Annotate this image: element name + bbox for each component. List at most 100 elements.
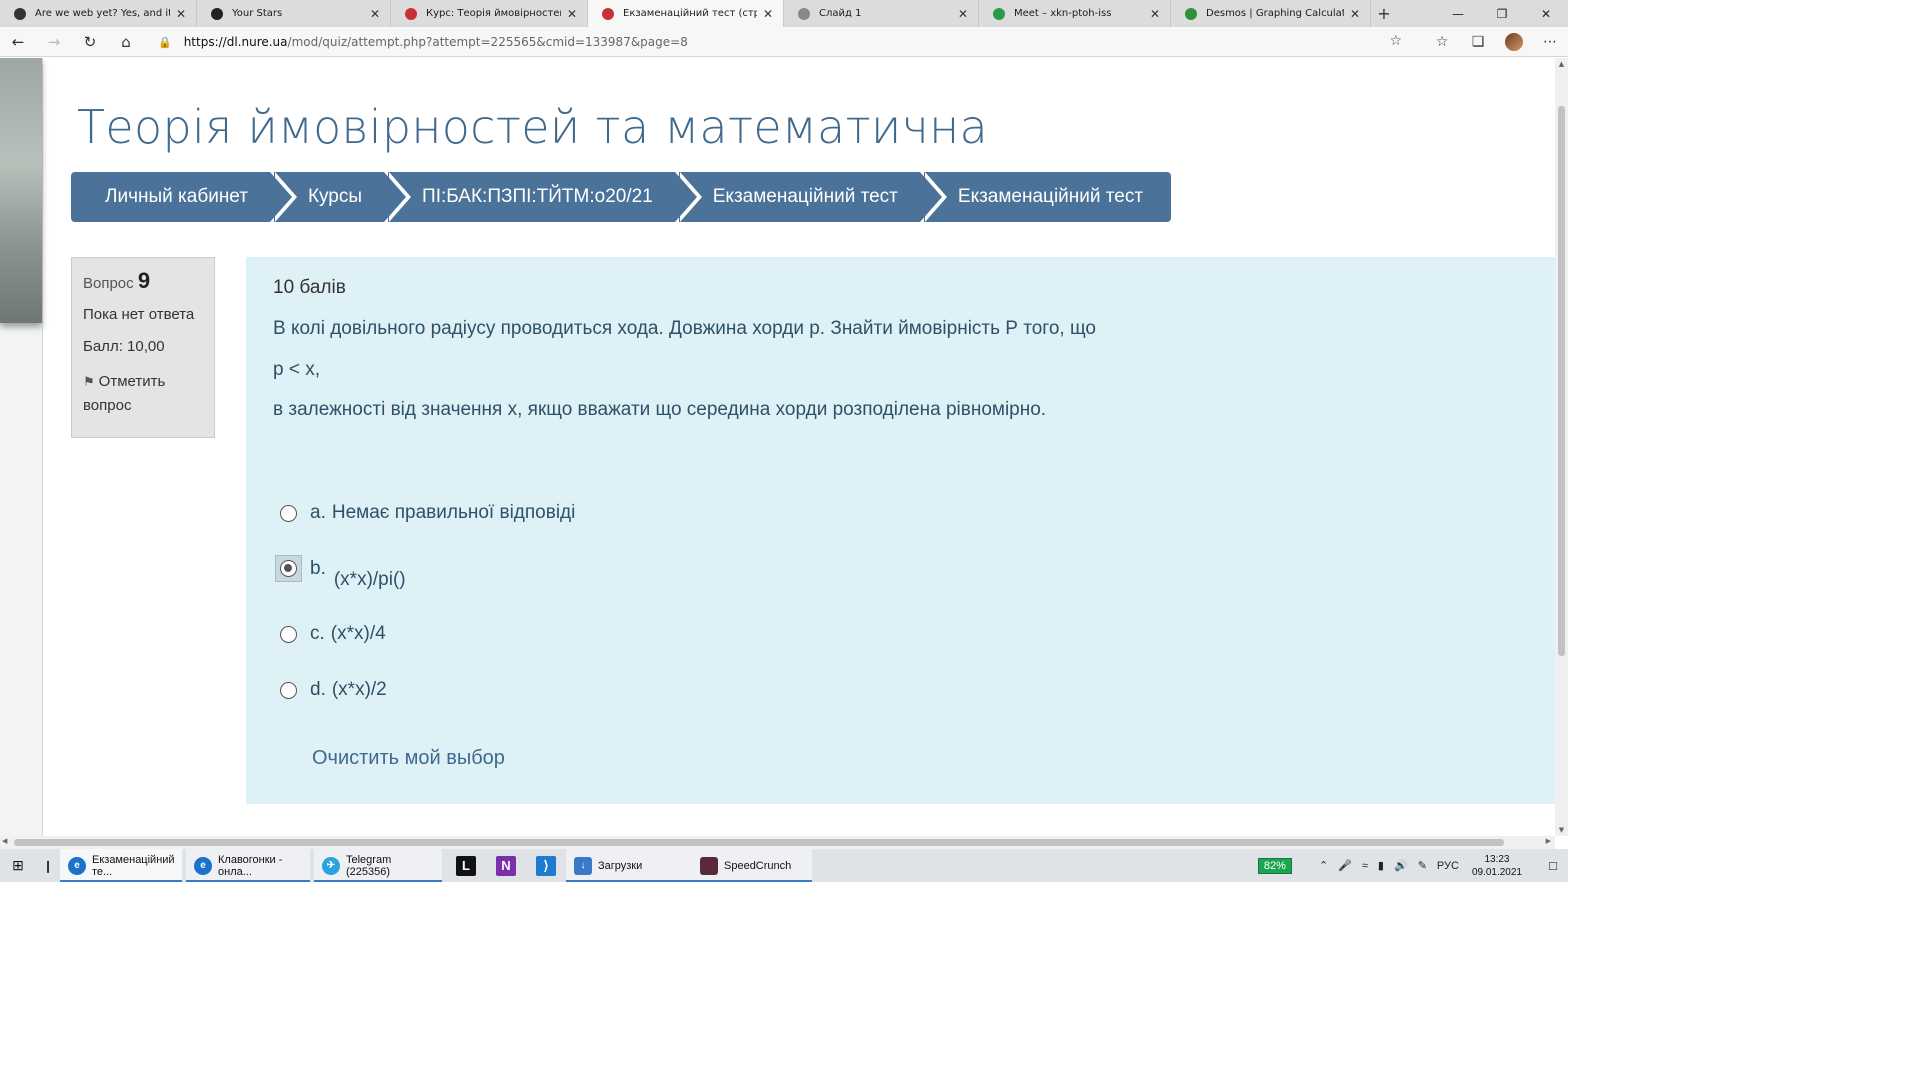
tab-favicon-icon [602, 7, 614, 20]
flag-question-link[interactable]: ⚑ Отметить вопрос [83, 370, 203, 418]
collections-icon[interactable]: ❏ [1460, 34, 1496, 50]
radio-button[interactable] [280, 681, 297, 699]
tab-close-icon[interactable]: ✕ [368, 7, 382, 21]
toolbar-right: ☆ ❏ ⋯ [1424, 27, 1568, 57]
address-bar[interactable]: 🔒 https://dl.nure.ua/mod/quiz/attempt.ph… [158, 31, 1412, 53]
breadcrumb-item[interactable]: Екзаменаційний тест [923, 172, 1172, 222]
tab-title: Екзаменаційний тест (страница [623, 8, 757, 19]
tab-close-icon[interactable]: ✕ [565, 7, 579, 21]
tab-close-icon[interactable]: ✕ [1148, 7, 1162, 21]
taskbar-app-glyph: L [456, 855, 476, 876]
onenote-icon[interactable]: N [486, 849, 526, 882]
tab-close-icon[interactable]: ✕ [956, 7, 970, 21]
tab-close-icon[interactable]: ✕ [1348, 7, 1362, 21]
answer-option[interactable]: c. (x*x)/4 [280, 623, 386, 645]
breadcrumb-item[interactable]: Личный кабинет [71, 172, 297, 222]
forward-button[interactable]: → [36, 27, 72, 57]
browser-tab[interactable]: Your Stars ✕ [197, 0, 391, 27]
window-controls: — ❐ ✕ [1436, 0, 1568, 27]
breadcrumb-item[interactable]: ПІ:БАК:ПЗПІ:ТЙТМ:о20/21 [388, 172, 702, 222]
answer-option[interactable]: d. (x*x)/2 [280, 679, 387, 701]
pen-icon[interactable]: ✎ [1418, 859, 1427, 872]
scroll-up-icon[interactable]: ▲ [1555, 60, 1568, 68]
tab-title: Слайд 1 [819, 8, 862, 19]
browser-tab[interactable]: Meet – xkn-ptoh-iss ✕ [979, 0, 1171, 27]
vertical-scroll-thumb[interactable] [1558, 106, 1565, 656]
page-viewport: Теорія ймовірностей та математична Личны… [0, 58, 1568, 836]
horizontal-scroll-thumb[interactable] [14, 839, 1504, 846]
wifi-icon[interactable]: ≈ [1362, 860, 1368, 872]
browser-tab[interactable]: Desmos | Graphing Calculator ✕ [1171, 0, 1371, 27]
question-number: Вопрос 9 [83, 268, 151, 293]
language-indicator[interactable]: РУС [1437, 860, 1459, 872]
browser-tab[interactable]: Are we web yet? Yes, and it's free ✕ [0, 0, 197, 27]
tab-close-icon[interactable]: ✕ [761, 7, 775, 21]
browser-tab[interactable]: Слайд 1 ✕ [784, 0, 979, 27]
browser-tab[interactable]: Екзаменаційний тест (страница ✕ [588, 0, 784, 27]
battery-icon[interactable]: ▮ [1378, 859, 1384, 872]
answer-option[interactable]: b. (x*x)/pi() [275, 555, 406, 590]
vertical-scrollbar[interactable]: ▲ ▼ [1555, 58, 1568, 836]
refresh-button[interactable]: ↻ [72, 27, 108, 57]
question-panel: 10 балів В колі довільного радіусу прово… [246, 257, 1556, 804]
scroll-down-icon[interactable]: ▼ [1555, 826, 1568, 834]
more-menu-icon[interactable]: ⋯ [1532, 34, 1568, 50]
tab-favicon-icon [405, 7, 417, 20]
profile-avatar[interactable] [1505, 33, 1523, 51]
taskbar-speedcrunch[interactable]: SpeedCrunch [692, 849, 812, 882]
question-grade: Балл: 10,00 [83, 338, 165, 355]
volume-icon[interactable]: 🔊 [1394, 859, 1408, 872]
clear-choice-link[interactable]: Очистить мой выбор [312, 747, 505, 770]
windows-start-icon[interactable]: ⊞ [0, 849, 36, 882]
option-letter: c. [310, 623, 325, 644]
option-letter: d. [310, 679, 326, 700]
scroll-right-icon[interactable]: ▶ [1546, 837, 1551, 845]
breadcrumb: Личный кабинет Курсы ПІ:БАК:ПЗПІ:ТЙТМ:о20/… [71, 172, 1175, 222]
taskbar-window[interactable]: e Екзаменаційний те... [60, 849, 182, 882]
horizontal-scrollbar[interactable]: ◀ ▶ [0, 836, 1555, 849]
answer-option[interactable]: a. Немає правильної відповіді [280, 502, 575, 524]
favorites-icon[interactable]: ☆ [1424, 34, 1460, 50]
question-points: 10 балів [273, 277, 346, 298]
taskbar-downloads[interactable]: ↓ Загрузки [566, 849, 692, 882]
radio-button[interactable] [280, 625, 297, 643]
taskbar-window[interactable]: e Клавогонки - онла... [186, 849, 310, 882]
microphone-icon[interactable]: 🎤 [1338, 859, 1352, 872]
scroll-left-icon[interactable]: ◀ [2, 837, 7, 845]
restore-button[interactable]: ❐ [1480, 0, 1524, 27]
option-text: (x*x)/2 [331, 679, 387, 700]
app-icon: ✈ [322, 856, 340, 875]
course-title: Теорія ймовірностей та математична [77, 100, 988, 154]
browser-tab-strip: Are we web yet? Yes, and it's free✕Your … [0, 0, 1568, 27]
tab-title: Are we web yet? Yes, and it's free [35, 8, 170, 19]
taskbar-app-glyph: N [496, 855, 516, 876]
clock[interactable]: 13:23 09.01.2021 [1472, 853, 1522, 879]
taskbar-app-glyph: ⟩ [536, 855, 556, 876]
home-button[interactable]: ⌂ [108, 27, 144, 57]
battery-indicator[interactable]: 82% [1257, 857, 1292, 874]
notifications-icon[interactable]: □ [1538, 858, 1568, 873]
new-tab-button[interactable]: + [1371, 0, 1397, 27]
radio-button[interactable] [280, 560, 297, 577]
back-button[interactable]: ← [0, 27, 36, 57]
question-text-line-3: в залежності від значення x, якщо вважат… [273, 399, 1047, 420]
close-window-button[interactable]: ✕ [1524, 0, 1568, 27]
literature-icon[interactable]: L [446, 849, 486, 882]
tab-title: Desmos | Graphing Calculator [1206, 8, 1344, 19]
vscode-icon[interactable]: ⟩ [526, 849, 566, 882]
breadcrumb-item[interactable]: Екзаменаційний тест [678, 172, 948, 222]
option-text: Немає правильної відповіді [331, 502, 576, 523]
tray-chevron-icon[interactable]: ⌃ [1319, 859, 1328, 872]
option-letter: a. [310, 502, 326, 523]
system-tray: 82% ⌃ 🎤 ≈ ▮ 🔊 ✎ РУС 13:23 09.01.2021 □ [1257, 849, 1568, 882]
minimize-button[interactable]: — [1436, 0, 1480, 27]
task-view-icon[interactable]: ❙ [36, 849, 60, 882]
tab-close-icon[interactable]: ✕ [174, 7, 188, 21]
taskbar-window[interactable]: ✈ Telegram (225356) [314, 849, 442, 882]
radio-button[interactable] [280, 504, 297, 522]
favorite-star-icon[interactable]: ☆ [1389, 33, 1402, 49]
browser-toolbar: ← → ↻ ⌂ 🔒 https://dl.nure.ua/mod/quiz/at… [0, 27, 1568, 57]
browser-tab[interactable]: Курс: Теорія ймовірностей та м ✕ [391, 0, 588, 27]
tab-favicon-icon [1185, 7, 1197, 20]
background-image [0, 58, 42, 323]
